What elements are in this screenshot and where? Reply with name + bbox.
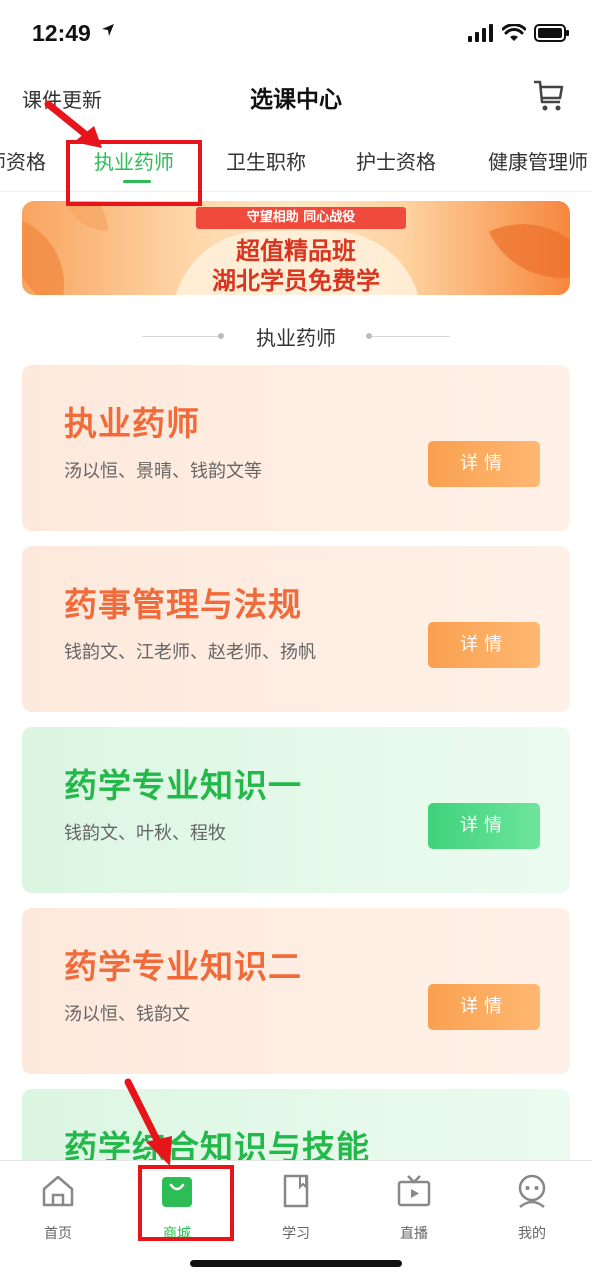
course-teachers: 钱韵文、江老师、赵老师、扬帆 (64, 642, 316, 663)
nav-label: 我的 (518, 1226, 546, 1242)
course-teachers: 汤以恒、钱韵文 (64, 1004, 190, 1025)
nav-label: 首页 (44, 1226, 72, 1242)
course-card[interactable]: 药学专业知识二 汤以恒、钱韵文 详情 (22, 908, 570, 1074)
detail-button[interactable]: 详情 (428, 441, 540, 487)
course-card[interactable]: 药学专业知识一 钱韵文、叶秋、程牧 详情 (22, 727, 570, 893)
section-divider-right (372, 336, 450, 337)
status-bar: 12:49 (0, 0, 592, 70)
promo-banner[interactable]: 守望相助 同心战役 超值精品班 湖北学员免费学 (22, 201, 570, 295)
tab-health-manager[interactable]: 健康管理师 (488, 146, 588, 175)
tab-health-title[interactable]: 卫生职称 (226, 146, 306, 175)
course-teachers: 钱韵文、叶秋、程牧 (64, 823, 226, 844)
status-time: 12:49 (32, 20, 91, 46)
banner-ribbon: 守望相助 同心战役 (196, 207, 406, 229)
course-card[interactable]: 药事管理与法规 钱韵文、江老师、赵老师、扬帆 详情 (22, 546, 570, 712)
nav-label: 学习 (282, 1226, 310, 1242)
detail-button[interactable]: 详情 (428, 803, 540, 849)
nav-label: 直播 (400, 1226, 428, 1242)
tv-icon (397, 1175, 431, 1207)
detail-button[interactable]: 详情 (428, 984, 540, 1030)
nav-mine[interactable]: 我的 (482, 1171, 582, 1242)
banner-subheadline: 湖北学员免费学 (212, 267, 380, 295)
robot-avatar-icon (518, 1174, 546, 1208)
course-title: 药事管理与法规 (64, 585, 302, 624)
location-arrow-icon (102, 24, 114, 36)
wifi-icon (502, 24, 526, 41)
course-title: 药学专业知识一 (64, 766, 302, 805)
home-indicator (190, 1260, 402, 1267)
nav-home[interactable]: 首页 (8, 1171, 108, 1242)
annotation-arrow-tab (44, 100, 102, 148)
section-title: 执业药师 (256, 326, 336, 350)
course-title: 药学专业知识二 (64, 947, 302, 986)
course-card[interactable]: 执业药师 汤以恒、景晴、钱韵文等 详情 (22, 365, 570, 531)
nav-study[interactable]: 学习 (246, 1171, 346, 1242)
tab-nurse[interactable]: 护士资格 (356, 146, 436, 175)
annotation-arrow-shop (124, 1078, 172, 1166)
nav-live[interactable]: 直播 (364, 1171, 464, 1242)
cart-icon[interactable] (532, 78, 566, 114)
detail-button[interactable]: 详情 (428, 622, 540, 668)
signal-icon (468, 24, 493, 42)
status-icons (468, 24, 570, 42)
book-icon (283, 1174, 309, 1208)
battery-icon (534, 24, 569, 42)
annotation-box-shop (138, 1165, 234, 1241)
course-title: 执业药师 (64, 404, 200, 443)
home-icon (42, 1175, 74, 1207)
course-teachers: 汤以恒、景晴、钱韵文等 (64, 461, 262, 482)
